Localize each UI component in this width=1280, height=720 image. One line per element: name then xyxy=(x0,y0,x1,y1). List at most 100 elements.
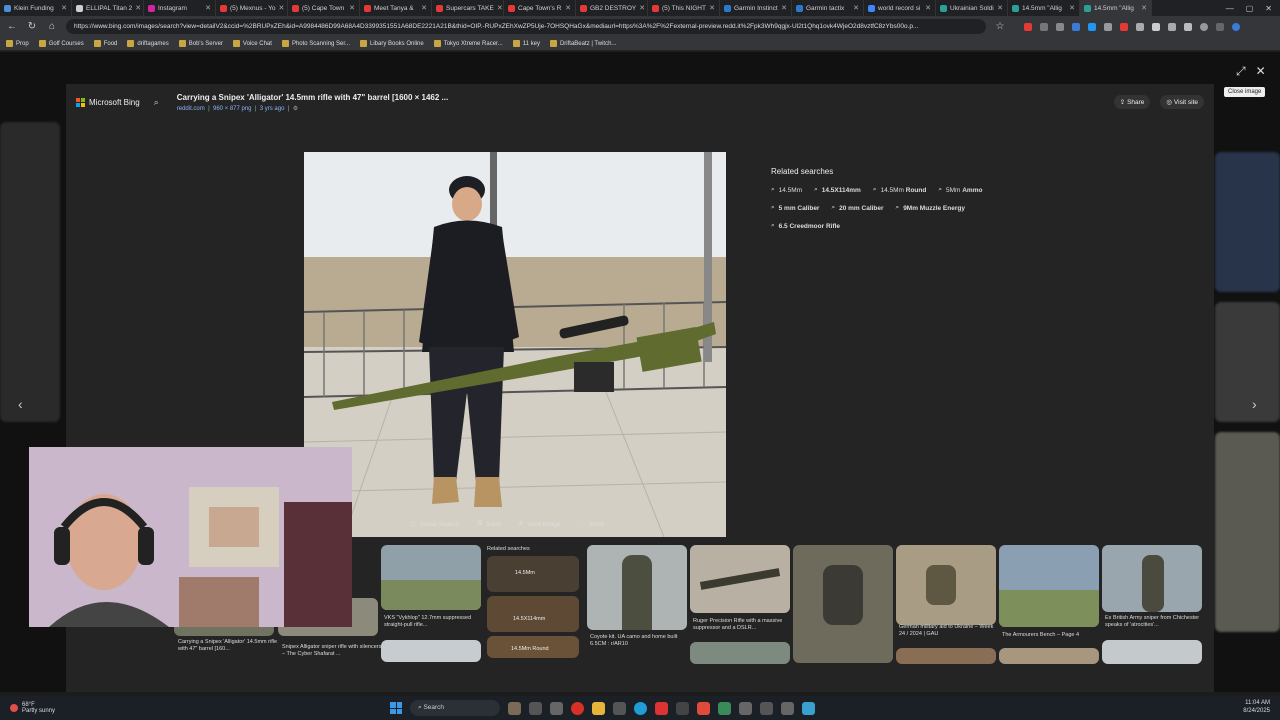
menu-icon[interactable] xyxy=(1216,22,1224,31)
settings-icon[interactable]: ⚙ xyxy=(293,106,298,112)
browser-tab[interactable]: (5) Mexnus - Yo ✕ xyxy=(216,0,288,16)
thumbnail[interactable] xyxy=(999,545,1099,627)
previous-image-arrow[interactable]: ‹ xyxy=(18,396,23,412)
tab-close-icon[interactable]: ✕ xyxy=(135,4,141,12)
taskbar-search[interactable]: ⌕ Search xyxy=(410,700,500,716)
tab-close-icon[interactable]: ✕ xyxy=(421,4,427,12)
view-image-button[interactable]: ⧈ View image xyxy=(519,520,561,528)
tab-close-icon[interactable]: ✕ xyxy=(781,4,787,12)
edge-icon[interactable] xyxy=(634,701,647,715)
bookmark-item[interactable]: Golf Courses xyxy=(38,40,84,47)
tab-close-icon[interactable]: ✕ xyxy=(925,4,931,12)
app-icon[interactable] xyxy=(529,701,542,715)
next-image-arrow[interactable]: › xyxy=(1252,396,1257,412)
thumbnail[interactable] xyxy=(587,545,687,630)
tab-close-icon[interactable]: ✕ xyxy=(639,4,645,12)
tab-close-icon[interactable]: ✕ xyxy=(1141,4,1147,12)
app-icon[interactable] xyxy=(676,701,689,715)
browser-tab[interactable]: 14.5mm "Allig ✕ xyxy=(1080,0,1152,16)
browser-tab[interactable]: Supercars TAKE ✕ xyxy=(432,0,504,16)
bookmark-item[interactable]: 11 key xyxy=(512,40,540,47)
related-search-chip[interactable]: ⌕ 9Mm Muzzle Energy xyxy=(896,204,965,212)
related-card-thumbnail[interactable]: 14.5X114mm xyxy=(487,596,579,632)
tab-close-icon[interactable]: ✕ xyxy=(997,4,1003,12)
app-icon[interactable] xyxy=(718,701,731,715)
thumbnail-caption[interactable]: Carrying a Snipex 'Alligator' 14.5mm rif… xyxy=(178,639,278,653)
thumbnail[interactable] xyxy=(690,545,790,613)
bookmark-item[interactable]: Photo Scanning Ser... xyxy=(281,40,350,47)
thumbnail[interactable] xyxy=(1102,640,1202,664)
bookmark-item[interactable]: DriftaBeatz | Twitch... xyxy=(549,40,616,47)
bing-logo[interactable]: Microsoft Bing xyxy=(76,97,140,107)
tab-close-icon[interactable]: ✕ xyxy=(279,4,285,12)
search-icon[interactable]: ⌕ xyxy=(154,97,159,108)
extension-icon[interactable] xyxy=(1152,22,1160,31)
maximize-icon[interactable]: ▢ xyxy=(1246,4,1254,13)
main-image[interactable] xyxy=(304,152,726,537)
browser-tab[interactable]: world record si ✕ xyxy=(864,0,936,16)
bookmark-item[interactable]: Tokyo Xtreme Racer... xyxy=(433,40,503,47)
tab-close-icon[interactable]: ✕ xyxy=(853,4,859,12)
bookmark-item[interactable]: Bob's Server xyxy=(178,40,223,47)
thumbnail[interactable] xyxy=(793,545,893,663)
related-card-thumbnail[interactable]: 14.5Mm Round xyxy=(487,636,579,658)
extension-icon[interactable] xyxy=(1024,22,1032,31)
related-card-thumbnail[interactable]: 14.5Mm xyxy=(487,556,579,592)
tab-close-icon[interactable]: ✕ xyxy=(1069,4,1075,12)
thumbnail[interactable] xyxy=(381,545,481,610)
extension-icon[interactable] xyxy=(1184,22,1192,31)
settings-icon[interactable] xyxy=(550,701,563,715)
extension-icon[interactable] xyxy=(1136,22,1144,31)
back-icon[interactable]: ← xyxy=(6,21,18,32)
home-icon[interactable]: ⌂ xyxy=(46,21,58,32)
extension-icon[interactable] xyxy=(1120,22,1128,31)
extension-icon[interactable] xyxy=(1168,22,1176,31)
browser-tab[interactable]: Klein Funding ✕ xyxy=(0,0,72,16)
browser-tab[interactable]: GB2 DESTROY ✕ xyxy=(576,0,648,16)
image-title[interactable]: Carrying a Snipex 'Alligator' 14.5mm rif… xyxy=(177,93,449,102)
system-clock[interactable]: 11:04 AM 8/24/2025 xyxy=(1243,700,1270,716)
related-search-chip[interactable]: ⌕ 14.5X114mm xyxy=(814,186,861,194)
browser-tab[interactable]: Garmin tactix ✕ xyxy=(792,0,864,16)
tab-close-icon[interactable]: ✕ xyxy=(565,4,571,12)
extension-icon[interactable] xyxy=(1056,22,1064,31)
tab-close-icon[interactable]: ✕ xyxy=(709,4,715,12)
bookmark-item[interactable]: Prop xyxy=(6,40,29,47)
app-icon[interactable] xyxy=(739,701,752,715)
browser-tab[interactable]: Instagram ✕ xyxy=(144,0,216,16)
extension-icon[interactable] xyxy=(1104,22,1112,31)
related-search-chip[interactable]: ⌕ 5 mm Caliber xyxy=(771,204,819,212)
app-icon[interactable] xyxy=(613,701,626,715)
share-button[interactable]: ⇪ Share xyxy=(1113,95,1151,109)
copilot-icon[interactable] xyxy=(1232,22,1240,31)
browser-tab[interactable]: ELLIPAL Titan 2 ✕ xyxy=(72,0,144,16)
save-button[interactable]: ⧉ Save xyxy=(477,520,500,528)
bookmark-item[interactable]: Voice Chat xyxy=(232,40,272,47)
related-search-chip[interactable]: ⌕ 14.5Mm xyxy=(771,186,802,194)
profile-avatar[interactable] xyxy=(1200,22,1208,31)
reload-icon[interactable]: ↻ xyxy=(26,21,38,32)
thumbnail[interactable] xyxy=(896,648,996,664)
thumbnail-caption[interactable]: Ex British Army sniper from Chichester s… xyxy=(1105,615,1205,629)
tab-close-icon[interactable]: ✕ xyxy=(205,4,211,12)
app-icon[interactable] xyxy=(508,701,521,715)
app-icon[interactable] xyxy=(802,701,815,715)
browser-tab[interactable]: Garmin Instinct ✕ xyxy=(720,0,792,16)
more-button[interactable]: ··· More xyxy=(579,520,604,528)
tab-close-icon[interactable]: ✕ xyxy=(497,4,503,12)
tab-close-icon[interactable]: ✕ xyxy=(61,4,67,12)
thumbnail-caption[interactable]: The Armourers Bench – Page 4 xyxy=(1002,632,1102,639)
thumbnail-caption[interactable]: Coyote kit. UA camo and home built 6.5CM… xyxy=(590,634,690,648)
browser-tab[interactable]: (5) This NIGHT ✕ xyxy=(648,0,720,16)
browser-tab[interactable]: Cape Town's R ✕ xyxy=(504,0,576,16)
browser-tab[interactable]: Ukrainian Soldi ✕ xyxy=(936,0,1008,16)
chrome-icon[interactable] xyxy=(571,701,584,715)
thumbnail[interactable] xyxy=(1102,545,1202,612)
thumbnail[interactable] xyxy=(690,642,790,664)
minimize-icon[interactable]: — xyxy=(1226,4,1234,13)
related-search-chip[interactable]: ⌕ 5Mm Ammo xyxy=(938,186,982,194)
thumbnail[interactable] xyxy=(381,640,481,662)
image-size[interactable]: 960 × 877 png xyxy=(213,106,252,112)
visual-search-button[interactable]: ⊡ Visual Search xyxy=(410,520,459,529)
related-search-chip[interactable]: ⌕ 20 mm Caliber xyxy=(831,204,883,212)
